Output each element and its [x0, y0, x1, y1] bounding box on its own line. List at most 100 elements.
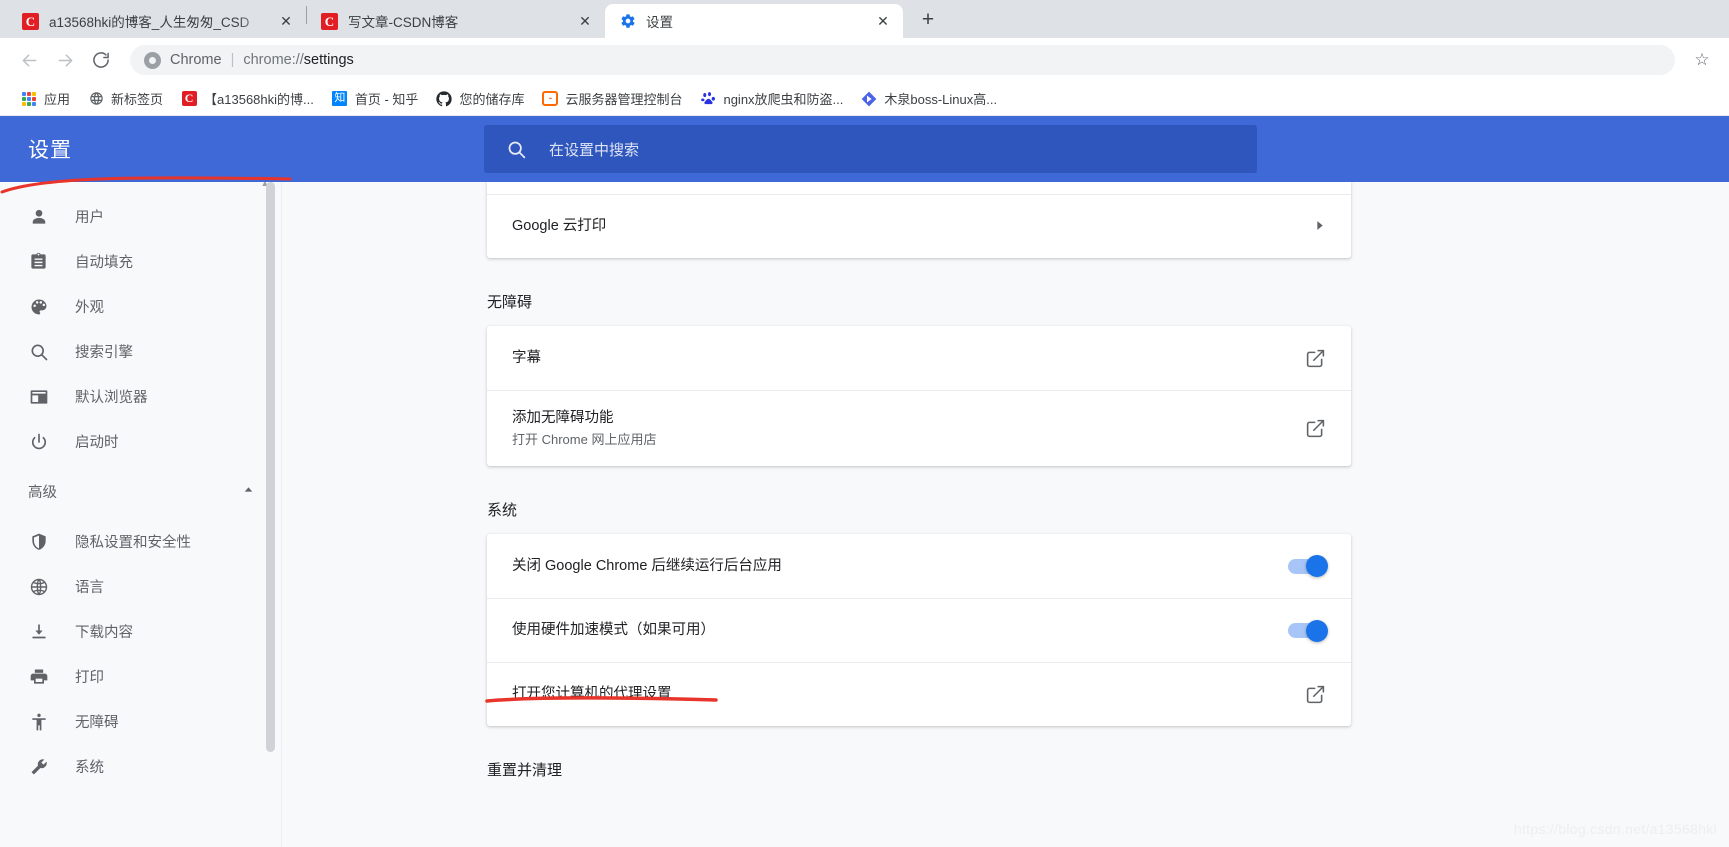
bookmark-apps[interactable]: 应用	[12, 85, 79, 112]
toggle-switch-on[interactable]	[1288, 619, 1328, 642]
zhihu-icon: 知	[332, 91, 348, 106]
row-proxy-settings[interactable]: 打开您计算机的代理设置	[487, 662, 1351, 726]
bookmark-github[interactable]: 您的储存库	[427, 85, 533, 112]
chevron-right-icon[interactable]	[1313, 219, 1326, 235]
sidebar-item-label: 默认浏览器	[75, 390, 148, 406]
globe-icon	[28, 576, 49, 597]
browser-tab-2[interactable]: C 写文章-CSDN博客 ✕	[307, 4, 605, 38]
close-icon[interactable]: ✕	[873, 11, 893, 31]
toggle-switch-on[interactable]	[1288, 555, 1328, 577]
accessibility-icon	[28, 711, 49, 732]
browser-window: C a13568hki的博客_人生匆匆_CSD ✕ C 写文章-CSDN博客 ✕…	[0, 0, 1729, 847]
baidu-icon	[700, 91, 716, 107]
bookmark-label: 应用	[44, 92, 71, 107]
row-captions[interactable]: 字幕	[487, 326, 1351, 390]
system-card: 关闭 Google Chrome 后继续运行后台应用 使用硬件加速模式（如果可用…	[487, 534, 1351, 726]
csdn-icon: C	[22, 12, 39, 30]
bookmark-csdn-blog[interactable]: C 【a13568hki的博...	[172, 85, 323, 112]
sidebar-item-appearance[interactable]: 外观	[0, 284, 281, 329]
sidebar-scrollbar-thumb[interactable]	[266, 182, 275, 752]
omnibox-url: chrome://settings	[243, 52, 353, 68]
external-link-icon[interactable]	[1305, 348, 1326, 369]
close-icon[interactable]: ✕	[575, 11, 595, 31]
printing-card: Google 云打印	[487, 182, 1351, 258]
address-bar[interactable]: Chrome | chrome://settings	[130, 45, 1675, 75]
row-title: Google 云打印	[512, 218, 607, 235]
csdn-icon: C	[181, 91, 197, 107]
sidebar-section-advanced[interactable]: 高级	[0, 464, 281, 519]
tab-strip: C a13568hki的博客_人生匆匆_CSD ✕ C 写文章-CSDN博客 ✕…	[0, 0, 1729, 38]
sidebar-item-search-engine[interactable]: 搜索引擎	[0, 329, 281, 374]
csdn-icon: C	[321, 12, 338, 30]
bookmark-label: 云服务器管理控制台	[565, 92, 683, 107]
page-title: 设置	[28, 139, 72, 162]
bookmark-star-icon[interactable]: ☆	[1687, 45, 1717, 75]
browser-tab-3[interactable]: 设置 ✕	[605, 4, 903, 38]
sidebar-item-label: 无障碍	[75, 715, 119, 731]
blue-diamond-icon	[861, 91, 877, 107]
sidebar-item-user[interactable]: 用户	[0, 194, 281, 239]
new-tab-button[interactable]: +	[913, 5, 943, 35]
external-link-icon[interactable]	[1305, 418, 1326, 439]
sidebar-item-system[interactable]: 系统	[0, 744, 281, 789]
search-placeholder: 在设置中搜索	[549, 141, 640, 159]
bookmarks-bar: 应用 新标签页 C 【a13568hki的博... 知 首页 - 知乎 您的储存…	[0, 82, 1729, 116]
bookmark-label: 木泉boss-Linux高...	[884, 92, 998, 107]
row-add-accessibility-features[interactable]: 添加无障碍功能 打开 Chrome 网上应用店	[487, 390, 1351, 466]
row-hardware-acceleration[interactable]: 使用硬件加速模式（如果可用）	[487, 598, 1351, 662]
sidebar-item-languages[interactable]: 语言	[0, 564, 281, 609]
sidebar-item-privacy-security[interactable]: 隐私设置和安全性	[0, 519, 281, 564]
gear-icon	[619, 13, 636, 30]
console-icon: -	[542, 91, 559, 107]
bookmark-muquan-linux[interactable]: 木泉boss-Linux高...	[852, 85, 1006, 112]
section-title-system: 系统	[487, 502, 518, 519]
sidebar-item-label: 用户	[75, 210, 104, 226]
row-background-apps[interactable]: 关闭 Google Chrome 后继续运行后台应用	[487, 534, 1351, 598]
printer-icon	[28, 666, 49, 687]
sidebar-item-on-startup[interactable]: 启动时	[0, 419, 281, 464]
sidebar-item-accessibility[interactable]: 无障碍	[0, 699, 281, 744]
system-card-wrap: 关闭 Google Chrome 后继续运行后台应用 使用硬件加速模式（如果可用…	[487, 534, 1351, 726]
row-title: 打开您计算机的代理设置	[512, 686, 672, 703]
sidebar-section-label: 高级	[28, 485, 57, 501]
section-title-reset: 重置并清理	[487, 762, 563, 779]
sidebar-scrollbar[interactable]: ▲	[261, 182, 275, 847]
browser-tab-1[interactable]: C a13568hki的博客_人生匆匆_CSD ✕	[8, 4, 306, 38]
section-title-accessibility: 无障碍	[487, 294, 533, 311]
sidebar-item-printing[interactable]: 打印	[0, 654, 281, 699]
forward-icon[interactable]	[48, 43, 82, 77]
sidebar-item-label: 下载内容	[75, 625, 133, 641]
sidebar-item-label: 隐私设置和安全性	[75, 535, 191, 551]
sidebar-item-label: 自动填充	[75, 255, 133, 271]
wrench-icon	[28, 756, 49, 777]
external-link-icon[interactable]	[1305, 684, 1326, 705]
browser-window-icon	[28, 386, 49, 407]
reload-icon[interactable]	[84, 43, 118, 77]
sidebar-item-autofill[interactable]: 自动填充	[0, 239, 281, 284]
tab-title: a13568hki的博客_人生匆匆_CSD	[49, 15, 250, 30]
bookmark-new-tab[interactable]: 新标签页	[79, 85, 172, 112]
sidebar-item-downloads[interactable]: 下载内容	[0, 609, 281, 654]
bookmark-zhihu[interactable]: 知 首页 - 知乎	[323, 85, 428, 112]
back-icon[interactable]	[12, 43, 46, 77]
bookmark-nginx-article[interactable]: nginx放爬虫和防盗...	[691, 85, 852, 112]
settings-body: 用户 自动填充 外观 搜索引擎 默认浏览器 启动时 高级 隐私设置和安全性 语言…	[0, 182, 1729, 847]
bookmark-cloud-console[interactable]: - 云服务器管理控制台	[533, 85, 691, 112]
close-icon[interactable]: ✕	[276, 11, 296, 31]
row-title: 使用硬件加速模式（如果可用）	[512, 622, 715, 639]
accessibility-card: 字幕 添加无障碍功能 打开 Chrome 网上应用店	[487, 326, 1351, 466]
omnibox-url-scheme: chrome://	[243, 52, 304, 68]
browser-toolbar: Chrome | chrome://settings ☆	[0, 38, 1729, 82]
hardware-acceleration-toggle[interactable]	[1288, 619, 1328, 642]
bookmark-label: 【a13568hki的博...	[204, 92, 314, 107]
sidebar-item-default-browser[interactable]: 默认浏览器	[0, 374, 281, 419]
sidebar-item-label: 打印	[75, 670, 104, 686]
globe-icon	[88, 91, 104, 107]
row-google-cloud-print[interactable]: Google 云打印	[487, 194, 1351, 258]
background-apps-toggle[interactable]	[1288, 555, 1328, 577]
github-icon	[436, 90, 453, 107]
download-icon	[28, 621, 49, 642]
search-icon	[28, 341, 49, 362]
bookmark-label: nginx放爬虫和防盗...	[723, 92, 844, 107]
settings-search-input[interactable]: 在设置中搜索	[484, 125, 1257, 173]
